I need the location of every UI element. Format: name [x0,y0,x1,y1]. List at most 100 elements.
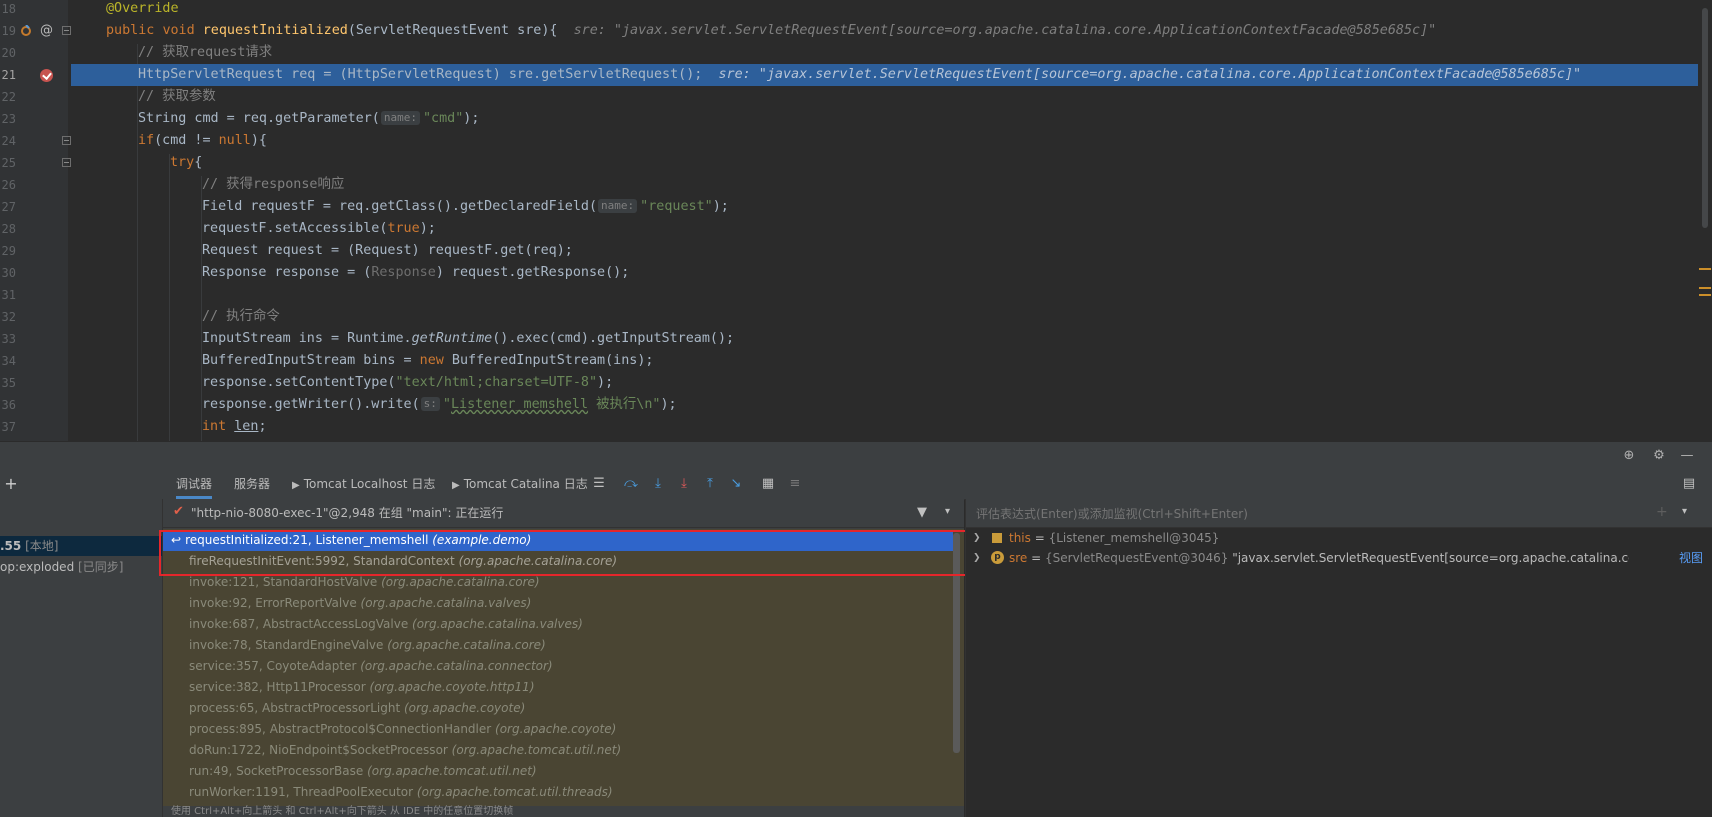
line-number: 31 [1,288,16,302]
frame-method: doRun:1722, NioEndpoint$SocketProcessor [189,743,448,757]
warning-marker[interactable] [1699,287,1711,289]
stack-frame[interactable]: invoke:687, AbstractAccessLogValve (org.… [163,614,953,635]
frames-scrollbar[interactable] [953,533,960,753]
code-line: // 执行命令 [71,306,1712,328]
annotation-icon[interactable]: @ [40,22,53,40]
tab-label: 服务器 [234,477,271,491]
tab-tomcat-catalina-log[interactable]: ▶ Tomcat Catalina 日志 [452,469,588,499]
line-number: 24 [1,134,16,148]
stack-frame[interactable]: invoke:78, StandardEngineValve (org.apac… [163,635,953,656]
step-out-icon[interactable]: ⤒ [703,477,717,491]
frame-method: invoke:121, StandardHostValve [189,575,378,589]
variable: len [234,419,259,434]
chevron-down-icon[interactable]: ▾ [945,506,950,517]
stack-frame[interactable]: run:49, SocketProcessorBase (org.apache.… [163,761,953,782]
line-number: 33 [1,332,16,346]
frame-package: (org.apache.catalina.core) [381,575,540,589]
stack-frame[interactable]: service:357, CoyoteAdapter (org.apache.c… [163,656,953,677]
trace-icon[interactable]: ≡ [788,477,802,491]
fold-toggle-icon[interactable] [62,158,71,167]
gutter-line: 28 [0,218,68,240]
variable-extra: "javax.servlet.ServletRequestEvent[sourc… [1232,551,1629,565]
tab-tomcat-localhost-log[interactable]: ▶ Tomcat Localhost 日志 [292,469,435,499]
code-text: ().exec(cmd).getInputStream(); [492,331,735,346]
view-link[interactable]: 视图 [1679,548,1703,568]
stack-frame[interactable]: runWorker:1191, ThreadPoolExecutor (org.… [163,782,953,803]
frame-package: (org.apache.catalina.valves) [412,617,583,631]
stack-frame[interactable]: fireRequestInitEvent:5992, StandardConte… [163,551,953,572]
string-literal: "cmd" [422,111,464,126]
keyword: void [162,23,195,38]
tab-debugger[interactable]: 调试器 [176,469,213,499]
code-area[interactable]: @Override public void requestInitialized… [71,0,1712,441]
filter-icon[interactable]: ▼ [917,505,927,520]
debug-window-header: ⊕ ⚙ — [0,441,1712,470]
step-into-icon[interactable]: ⤓ [651,477,665,491]
stack-frame[interactable]: service:382, Http11Processor (org.apache… [163,677,953,698]
crosshair-icon[interactable]: ⊕ [1622,449,1636,463]
tab-label: 调试器 [176,477,213,491]
stack-frame[interactable]: invoke:92, ErrorReportValve (org.apache.… [163,593,953,614]
stack-frame[interactable]: ↩ requestInitialized:21, Listener_memshel… [163,530,953,551]
chevron-down-icon[interactable]: ▾ [1682,506,1687,517]
gutter-line: 33 [0,328,68,350]
comment: // 获得response响应 [202,177,345,192]
run-to-cursor-icon[interactable]: ↘ [729,477,743,491]
breakpoint-icon[interactable] [40,69,53,82]
code-line: int len; [71,416,1712,438]
gutter-line: 35 [0,372,68,394]
string-literal: "text/html;charset=UTF-8" [395,375,598,390]
minimize-icon[interactable]: — [1680,449,1694,463]
console-icon: ▶ [292,480,300,491]
force-step-into-icon[interactable]: ⤓ [677,477,691,491]
line-number: 21 [1,68,16,82]
override-method-icon[interactable] [20,25,32,37]
warning-marker[interactable] [1699,268,1711,270]
warning-marker[interactable] [1699,294,1711,296]
evaluate-expression-icon[interactable]: ▦ [761,477,775,491]
keyword: if [138,133,155,148]
scroll-thumb[interactable] [1702,8,1708,228]
session-item[interactable]: .55 [本地] [0,536,162,556]
keyword: public [106,23,155,38]
status-hint: 使用 Ctrl+Alt+向上箭头 和 Ctrl+Alt+向下箭头 从 IDE 中… [171,806,514,817]
gear-icon[interactable]: ⚙ [1652,449,1666,463]
code-text: ){ [250,133,267,148]
frame-package: (org.apache.coyote) [404,701,526,715]
parameter-hint: s: [420,397,440,411]
sessions-panel: .55 [本地] op:exploded [已同步] [0,499,163,817]
step-over-icon[interactable]: ⤼ [624,477,638,491]
variable-row[interactable]: ❯ p sre = {ServletRequestEvent@3046} "ja… [966,548,1712,568]
fold-toggle-icon[interactable] [62,136,71,145]
stack-frame[interactable]: doRun:1722, NioEndpoint$SocketProcessor … [163,740,953,761]
code-editor[interactable]: 18 19 @ 20 21 22 23 24 25 26 27 28 29 30… [0,0,1712,441]
fold-toggle-icon[interactable] [62,26,71,35]
evaluate-expression-input[interactable] [974,499,1578,529]
stack-frame[interactable]: process:895, AbstractProtocol$Connection… [163,719,953,740]
frame-package: (org.apache.tomcat.util.threads) [416,785,613,799]
add-icon[interactable]: + [4,476,18,492]
expand-arrow-icon[interactable]: ❯ [973,548,981,568]
static-method: getRuntime [411,331,493,346]
stack-frame[interactable]: invoke:121, StandardHostValve (org.apach… [163,572,953,593]
thread-selector[interactable]: ✔ "http-nio-8080-exec-1"@2,948 在组 "main"… [163,499,964,528]
editor-gutter[interactable]: 18 19 @ 20 21 22 23 24 25 26 27 28 29 30… [0,0,71,441]
code-text: ); [463,111,480,126]
variable-row[interactable]: ❯ this = {Listener_memshell@3045} [966,528,1712,548]
editor-scrollbar[interactable] [1698,0,1712,441]
menu-icon[interactable]: ☰ [592,477,606,491]
stack-frame[interactable]: process:65, AbstractProcessorLight (org.… [163,698,953,719]
expand-arrow-icon[interactable]: ❯ [973,528,981,548]
gutter-line: 19 @ [0,20,71,42]
code-line: Request request = (Request) requestF.get… [71,240,1712,262]
session-item[interactable]: op:exploded [已同步] [0,557,162,577]
frame-package: (org.apache.coyote.http11) [369,680,535,694]
variable-eq: = [1030,531,1049,545]
line-number: 30 [1,266,16,280]
tab-servers[interactable]: 服务器 [234,469,270,499]
layout-icon[interactable]: ▤ [1682,477,1696,491]
variable-value: {Listener_memshell@3045} [1048,531,1220,545]
session-label: .55 [0,539,22,553]
add-watch-icon[interactable]: + [1656,504,1668,520]
stack-frames-list[interactable]: ↩ requestInitialized:21, Listener_memshel… [163,529,964,806]
